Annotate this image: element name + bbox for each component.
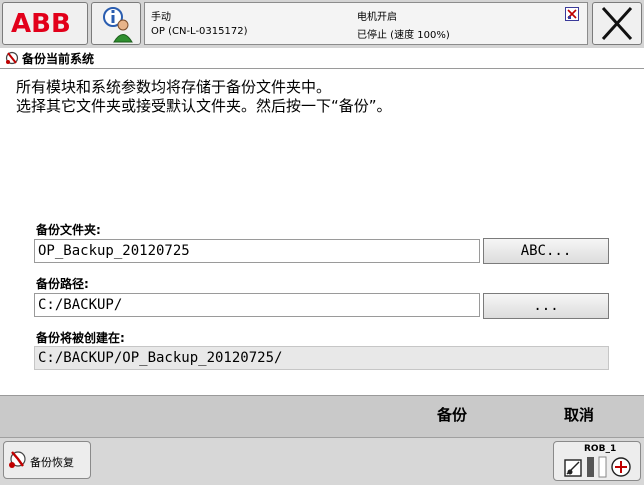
- cancel-button[interactable]: 取消: [527, 396, 631, 436]
- browse-path-button[interactable]: ...: [483, 293, 609, 319]
- backup-folder-label: 备份文件夹:: [36, 223, 101, 237]
- instructions: 所有模块和系统参数均将存储于备份文件夹中。 选择其它文件夹或接受默认文件夹。然后…: [16, 78, 392, 116]
- created-at-label: 备份将被创建在:: [36, 331, 125, 345]
- abb-logo: ABB: [11, 9, 71, 39]
- task-backup-restore[interactable]: 备份恢复: [3, 441, 91, 479]
- robot-name: ROB_1: [584, 444, 617, 454]
- backup-path-input[interactable]: C:/BACKUP/: [34, 293, 480, 317]
- abb-menu-button[interactable]: ABB: [2, 2, 88, 45]
- operator-window-button[interactable]: [91, 2, 141, 45]
- backup-restore-task-icon: [9, 451, 26, 468]
- quickset-button[interactable]: ROB_1: [553, 441, 641, 481]
- page-title: 备份当前系统: [22, 52, 95, 66]
- backup-button[interactable]: 备份: [400, 396, 504, 436]
- operator-info-icon: [103, 7, 133, 43]
- close-button[interactable]: [592, 2, 642, 45]
- motor-state: 电机开启: [357, 12, 397, 23]
- top-bar: ABB 手动 OP (CN-L-0315172) 电机开启 已停止 (速度 10…: [0, 0, 644, 49]
- command-bar: 备份 取消: [0, 395, 644, 438]
- instruction-line-1: 所有模块和系统参数均将存储于备份文件夹中。: [16, 78, 332, 96]
- instruction-line-2: 选择其它文件夹或接受默认文件夹。然后按一下“备份”。: [16, 97, 392, 115]
- event-message-icon[interactable]: [565, 7, 579, 21]
- robot-status-icon: [564, 456, 631, 478]
- backup-restore-icon: [5, 51, 19, 65]
- view-title-bar: 备份当前系统: [0, 48, 644, 69]
- created-at-value: C:/BACKUP/OP_Backup_20120725/: [34, 346, 609, 370]
- task-label: 备份恢复: [30, 456, 74, 469]
- status-bar: 手动 OP (CN-L-0315172) 电机开启 已停止 (速度 100%): [144, 2, 588, 45]
- mode-text: 手动: [151, 12, 171, 23]
- run-state: 已停止 (速度 100%): [357, 30, 450, 41]
- close-icon: [601, 6, 633, 41]
- backup-folder-input[interactable]: OP_Backup_20120725: [34, 239, 480, 263]
- edit-folder-name-button[interactable]: ABC...: [483, 238, 609, 264]
- backup-path-label: 备份路径:: [36, 277, 89, 291]
- controller-name: OP (CN-L-0315172): [151, 26, 248, 37]
- taskbar: 备份恢复 ROB_1: [0, 437, 644, 485]
